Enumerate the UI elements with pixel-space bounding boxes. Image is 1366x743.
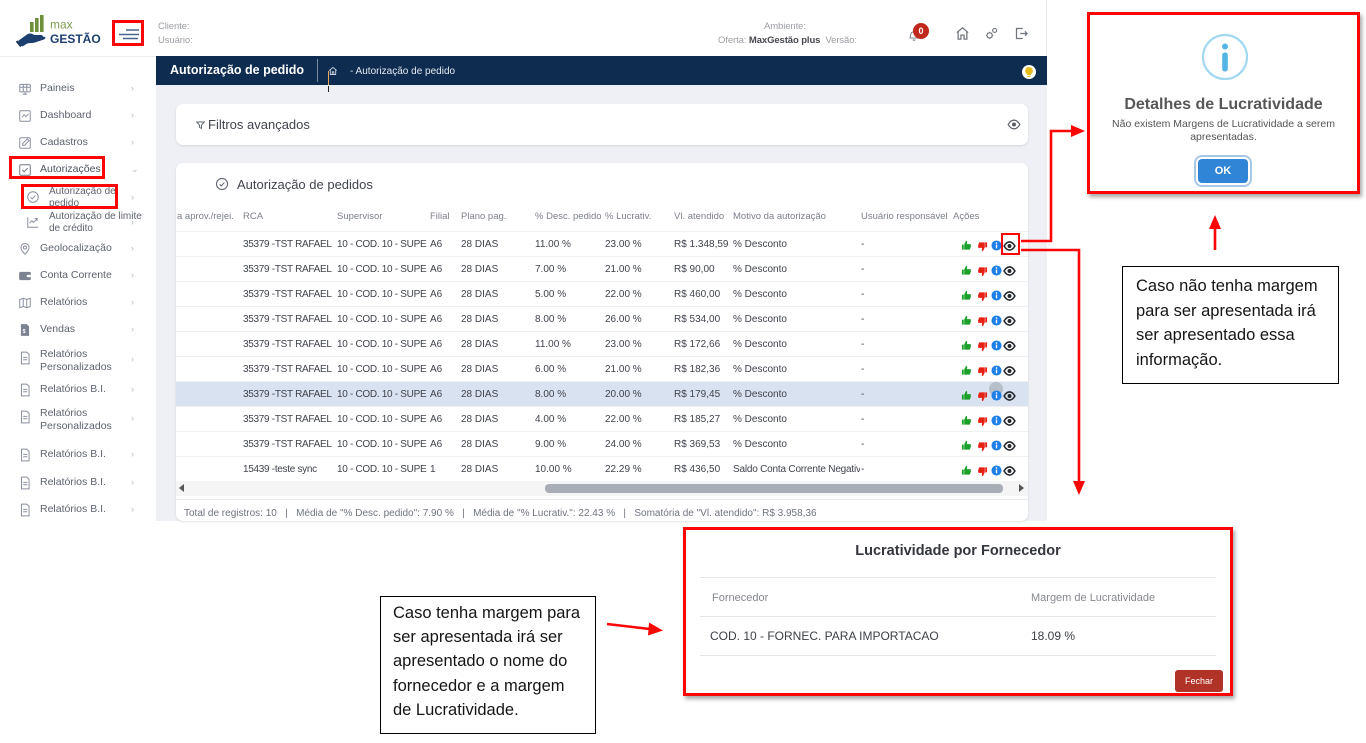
svg-text:max: max	[50, 18, 73, 32]
svg-text:$: $	[23, 328, 26, 334]
svg-text:GESTÃO: GESTÃO	[50, 31, 101, 46]
